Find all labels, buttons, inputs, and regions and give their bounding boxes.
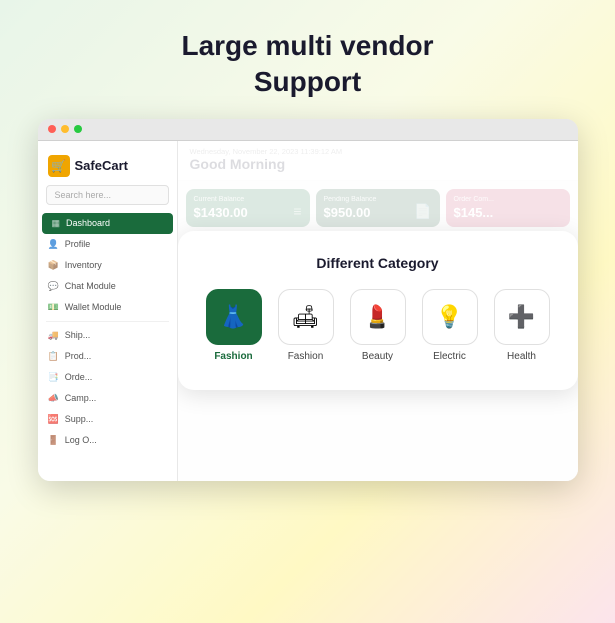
sidebar-item-products[interactable]: 📋 Prod... xyxy=(38,346,177,367)
sidebar: 🛒 SafeCart Search here... ▦ Dashboard 👤 … xyxy=(38,141,178,481)
category-icon-health: ➕ xyxy=(494,289,550,345)
inventory-icon: 📦 xyxy=(48,260,59,271)
page-title: Large multi vendor Support xyxy=(181,28,433,101)
dot-red xyxy=(48,125,56,133)
category-label-beauty: Beauty xyxy=(362,351,393,362)
category-icon-fashion-active: 👗 xyxy=(206,289,262,345)
sidebar-search[interactable]: Search here... xyxy=(46,185,169,205)
chat-icon: 💬 xyxy=(48,281,59,292)
page-header: Large multi vendor Support xyxy=(161,0,453,119)
category-item-health[interactable]: ➕ Health xyxy=(492,289,552,362)
browser-window: 🛒 SafeCart Search here... ▦ Dashboard 👤 … xyxy=(38,119,578,481)
modal-card: Different Category 👗 Fashion 🛋 Fashion 💄 xyxy=(178,231,578,390)
category-item-beauty[interactable]: 💄 Beauty xyxy=(348,289,408,362)
orders-icon: 📑 xyxy=(48,372,59,383)
category-item-fashion-active[interactable]: 👗 Fashion xyxy=(204,289,264,362)
category-icon-beauty: 💄 xyxy=(350,289,406,345)
modal-overlay: Different Category 👗 Fashion 🛋 Fashion 💄 xyxy=(178,141,578,481)
profile-icon: 👤 xyxy=(48,239,59,250)
sidebar-item-support[interactable]: 🆘 Supp... xyxy=(38,409,177,430)
logo-icon: 🛒 xyxy=(48,155,70,177)
modal-title: Different Category xyxy=(206,255,550,271)
category-list: 👗 Fashion 🛋 Fashion 💄 Beauty 💡 xyxy=(206,289,550,362)
dot-yellow xyxy=(61,125,69,133)
logo-text: SafeCart xyxy=(75,158,128,173)
dashboard-icon: ▦ xyxy=(52,218,61,229)
sidebar-item-campaigns[interactable]: 📣 Camp... xyxy=(38,388,177,409)
campaigns-icon: 📣 xyxy=(48,393,59,404)
sidebar-item-inventory[interactable]: 📦 Inventory xyxy=(38,255,177,276)
support-icon: 🆘 xyxy=(48,414,59,425)
browser-bar xyxy=(38,119,578,141)
sidebar-item-chat[interactable]: 💬 Chat Module xyxy=(38,276,177,297)
category-label-electric: Electric xyxy=(433,351,466,362)
sidebar-item-logout[interactable]: 🚪 Log O... xyxy=(38,430,177,451)
sidebar-logo: 🛒 SafeCart xyxy=(38,151,177,185)
category-icon-electric: 💡 xyxy=(422,289,478,345)
dot-green xyxy=(74,125,82,133)
category-icon-fashion2: 🛋 xyxy=(278,289,334,345)
category-label-fashion2: Fashion xyxy=(288,351,324,362)
category-label-fashion-active: Fashion xyxy=(214,351,252,362)
logout-icon: 🚪 xyxy=(48,435,59,446)
category-label-health: Health xyxy=(507,351,536,362)
main-content: Wednesday, November 22, 2023 11:39:12 AM… xyxy=(178,141,578,481)
sidebar-item-wallet[interactable]: 💵 Wallet Module xyxy=(38,297,177,318)
sidebar-divider xyxy=(46,321,169,322)
shipping-icon: 🚚 xyxy=(48,330,59,341)
sidebar-item-profile[interactable]: 👤 Profile xyxy=(38,234,177,255)
category-item-fashion2[interactable]: 🛋 Fashion xyxy=(276,289,336,362)
sidebar-item-shipping[interactable]: 🚚 Ship... xyxy=(38,325,177,346)
wallet-icon: 💵 xyxy=(48,302,59,313)
products-icon: 📋 xyxy=(48,351,59,362)
category-item-electric[interactable]: 💡 Electric xyxy=(420,289,480,362)
sidebar-item-dashboard[interactable]: ▦ Dashboard xyxy=(42,213,173,234)
sidebar-item-orders[interactable]: 📑 Orde... xyxy=(38,367,177,388)
